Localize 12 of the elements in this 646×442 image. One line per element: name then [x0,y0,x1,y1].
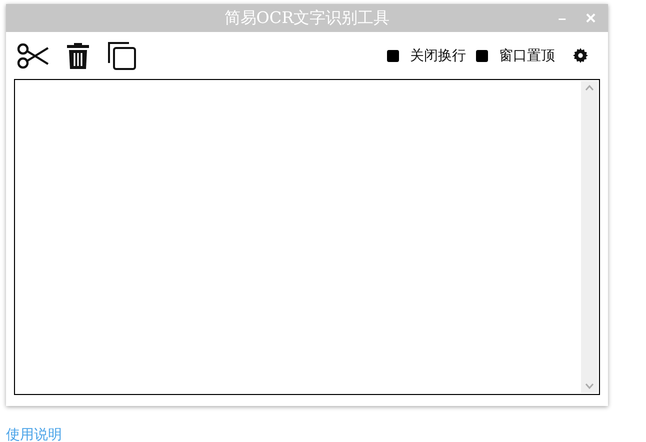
scissors-icon[interactable] [17,42,49,68]
trash-icon[interactable] [67,42,89,68]
window-title: 简易OCR文字识别工具 [224,7,390,29]
close-button[interactable]: × [585,5,596,32]
copy-icon[interactable] [107,40,137,70]
option-label: 关闭换行 [410,46,466,65]
checkbox[interactable] [387,50,399,62]
minimize-button[interactable]: – [558,8,566,29]
settings-icon[interactable] [573,48,588,63]
option-label: 窗口置顶 [499,46,555,65]
checkbox[interactable] [476,50,488,62]
help-link[interactable]: 使用说明 [6,424,62,442]
